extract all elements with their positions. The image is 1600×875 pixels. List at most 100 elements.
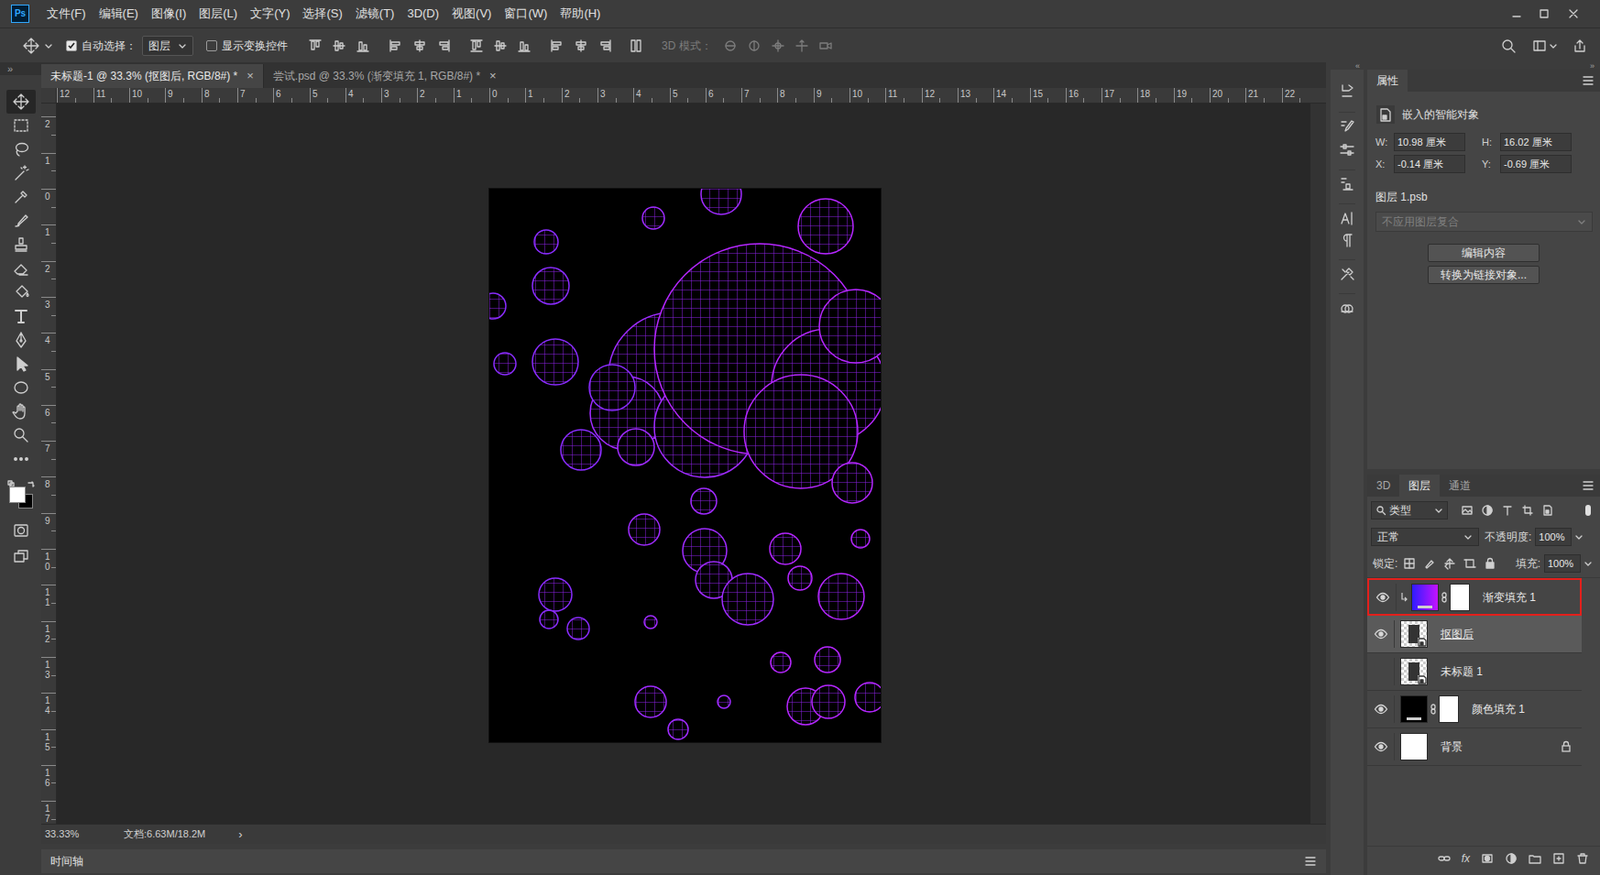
align-icon[interactable] <box>436 38 451 54</box>
character-icon[interactable] <box>1338 203 1356 227</box>
menu-item[interactable]: 帮助(H) <box>553 4 607 23</box>
toolbar-collapse[interactable]: » <box>0 62 42 76</box>
zoom-level[interactable]: 33.33% <box>44 826 119 843</box>
eraser-tool-icon[interactable] <box>6 256 36 281</box>
auto-select[interactable]: 自动选择： <box>65 37 137 55</box>
ellipse-tool-icon[interactable] <box>6 375 36 400</box>
color-swatches[interactable] <box>7 480 35 510</box>
workspace-dropdown-icon[interactable] <box>1548 41 1558 51</box>
search-icon[interactable] <box>1501 38 1516 54</box>
history-icon[interactable] <box>1338 82 1356 99</box>
fill-field[interactable]: 100% <box>1544 554 1581 573</box>
lock-option-icon[interactable] <box>1483 557 1497 570</box>
layer-name[interactable]: 颜色填充 1 <box>1471 701 1525 718</box>
panels-collapse[interactable]: » <box>1367 62 1600 70</box>
adjustment-layer-icon[interactable] <box>1504 852 1518 866</box>
more-tools-icon[interactable] <box>6 447 36 472</box>
path-selection-tool-icon[interactable] <box>6 351 36 376</box>
swap-colors-icon[interactable] <box>27 480 35 488</box>
paragraph-icon[interactable] <box>1338 231 1356 249</box>
paint-bucket-tool-icon[interactable] <box>6 280 36 305</box>
properties-button[interactable]: 转换为链接对象... <box>1427 265 1540 285</box>
quick-mask-icon[interactable] <box>12 522 30 539</box>
layer-style-button[interactable]: fx <box>1461 850 1470 867</box>
timeline-tab[interactable]: 时间轴 <box>50 853 84 870</box>
zoom-tool-icon[interactable] <box>6 423 36 448</box>
new-group-icon[interactable] <box>1528 852 1542 866</box>
dimension-field[interactable]: 10.98 厘米 <box>1393 132 1466 152</box>
filter-toggle[interactable] <box>1585 504 1591 516</box>
visibility-toggle[interactable] <box>1367 733 1395 761</box>
foreground-color-swatch[interactable] <box>9 486 26 504</box>
type-tool-icon[interactable] <box>6 304 36 329</box>
pen-tool-icon[interactable] <box>6 328 36 352</box>
align-icon[interactable] <box>307 38 323 54</box>
visibility-toggle[interactable] <box>1367 695 1395 724</box>
distribute-icon[interactable] <box>516 38 532 54</box>
tool-preset-dropdown-icon[interactable] <box>43 41 54 51</box>
layer-row[interactable]: 渐变填充 1 <box>1367 578 1582 616</box>
menu-item[interactable]: 选择(S) <box>295 4 349 23</box>
filter-type-dropdown[interactable]: 类型 <box>1370 501 1448 520</box>
libraries-icon[interactable] <box>1338 293 1356 317</box>
adjustments-icon[interactable] <box>1338 142 1356 159</box>
hand-tool-icon[interactable] <box>6 399 36 424</box>
panel-tab[interactable]: 通道 <box>1439 474 1480 497</box>
auto-align-icon[interactable] <box>628 38 644 54</box>
align-icon[interactable] <box>355 38 371 54</box>
add-mask-icon[interactable] <box>1480 852 1494 866</box>
menu-item[interactable]: 滤镜(T) <box>349 4 402 23</box>
status-more-button[interactable]: › <box>238 825 242 844</box>
show-transform[interactable]: 显示变换控件 <box>206 37 288 55</box>
layer-filter-icon[interactable] <box>1501 504 1514 517</box>
menu-item[interactable]: 窗口(W) <box>497 4 554 23</box>
document-tab[interactable]: 尝试.psd @ 33.3% (渐变填充 1, RGB/8#) *× <box>263 64 506 88</box>
lock-option-icon[interactable] <box>1423 557 1436 570</box>
document-tab[interactable]: 未标题-1 @ 33.3% (抠图后, RGB/8#) *× <box>41 64 264 88</box>
layer-name[interactable]: 渐变填充 1 <box>1482 589 1536 606</box>
panel-menu-icon[interactable] <box>1581 74 1595 88</box>
menu-item[interactable]: 视图(V) <box>445 4 498 23</box>
visibility-toggle[interactable] <box>1367 657 1395 686</box>
panel-menu-icon[interactable] <box>1581 479 1595 493</box>
layer-row[interactable]: 背景 <box>1367 728 1582 767</box>
align-icon[interactable] <box>388 38 404 54</box>
distribute-icon[interactable] <box>573 38 589 54</box>
eyedropper-tool-icon[interactable] <box>6 185 36 209</box>
dimension-field[interactable]: -0.69 厘米 <box>1500 154 1572 174</box>
document-canvas[interactable] <box>489 188 881 743</box>
dock-collapse[interactable]: « <box>1330 62 1364 70</box>
close-icon[interactable] <box>1567 7 1580 21</box>
lock-option-icon[interactable] <box>1463 557 1477 570</box>
menu-item[interactable]: 3D(D) <box>400 4 446 23</box>
screen-mode-icon[interactable] <box>12 547 30 565</box>
link-layers-icon[interactable] <box>1437 852 1451 866</box>
visibility-toggle[interactable] <box>1369 583 1397 612</box>
restore-icon[interactable] <box>1537 7 1551 21</box>
properties-button[interactable]: 编辑内容 <box>1427 243 1540 263</box>
auto-select-checkbox[interactable] <box>65 40 77 52</box>
menu-item[interactable]: 图层(L) <box>192 4 244 23</box>
close-tab-button[interactable]: × <box>246 66 254 86</box>
panel-menu-icon[interactable] <box>1304 854 1317 868</box>
properties-tab[interactable]: 属性 <box>1367 69 1408 92</box>
align-icon[interactable] <box>412 38 428 54</box>
layer-row[interactable]: 抠图后 <box>1367 615 1582 654</box>
opacity-field[interactable]: 100% <box>1534 527 1572 547</box>
brush-tool-icon[interactable] <box>6 208 36 233</box>
distribute-icon[interactable] <box>469 38 484 54</box>
layer-row[interactable]: 未标题 1 <box>1367 653 1582 691</box>
menu-item[interactable]: 文件(F) <box>40 4 93 23</box>
lasso-tool-icon[interactable] <box>6 137 36 162</box>
panel-tab[interactable]: 图层 <box>1399 474 1440 497</box>
lock-option-icon[interactable] <box>1402 557 1416 570</box>
layer-filter-icon[interactable] <box>1460 504 1474 517</box>
clone-source-icon[interactable] <box>1338 169 1356 193</box>
move-tool-icon[interactable] <box>21 36 41 55</box>
visibility-toggle[interactable] <box>1367 620 1395 648</box>
magic-wand-tool-icon[interactable] <box>6 161 36 186</box>
show-transform-checkbox[interactable] <box>206 40 218 52</box>
new-layer-icon[interactable] <box>1552 852 1566 866</box>
delete-layer-icon[interactable] <box>1576 852 1590 866</box>
blend-mode-dropdown[interactable]: 正常 <box>1370 527 1480 547</box>
